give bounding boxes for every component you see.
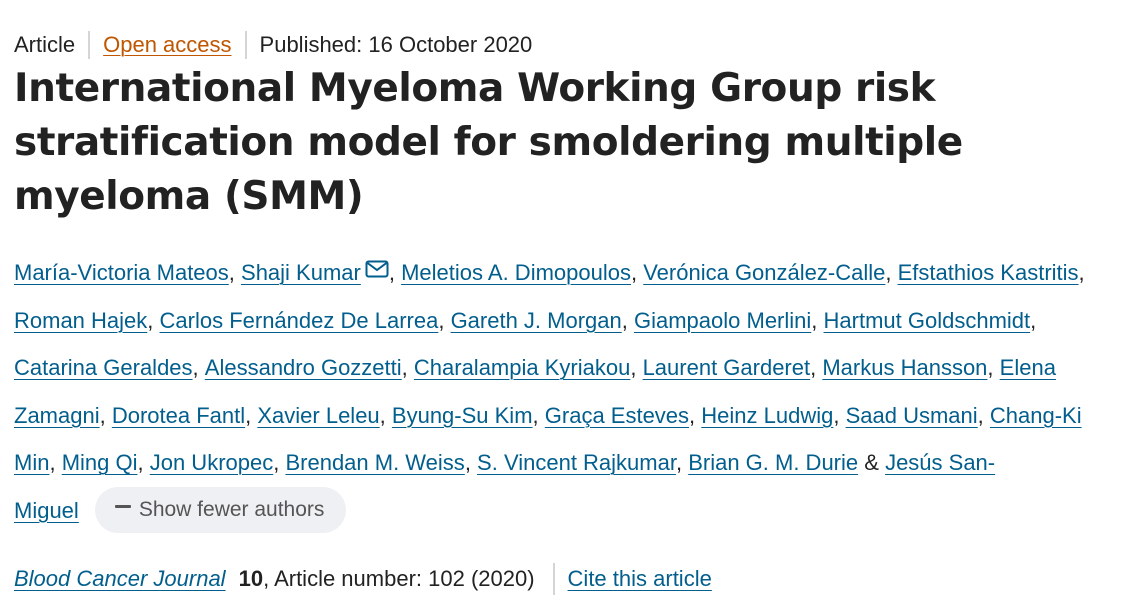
author-link[interactable]: Giampaolo Merlini bbox=[634, 308, 811, 333]
author-link[interactable]: Carlos Fernández De Larrea bbox=[160, 308, 439, 333]
author-item: Gareth J. Morgan, bbox=[450, 307, 634, 333]
author-item: Heinz Ludwig, bbox=[701, 402, 846, 428]
author-item: Giampaolo Merlini, bbox=[633, 307, 824, 333]
author-link[interactable]: Heinz Ludwig bbox=[701, 403, 833, 428]
author-list: María-Victoria Mateos, Shaji Kumar, Mele… bbox=[14, 247, 1124, 535]
meta-divider bbox=[244, 31, 247, 59]
author-item: Ming Qi, bbox=[61, 450, 150, 475]
author-item: Verónica González-Calle, bbox=[643, 260, 898, 285]
author-link[interactable]: Roman Hajek bbox=[14, 308, 147, 333]
author-link[interactable]: Charalampia Kyriakou bbox=[414, 355, 630, 380]
author-link[interactable]: Saad Usmani bbox=[846, 403, 978, 428]
published-date: Published: 16 October 2020 bbox=[259, 32, 533, 57]
author-link[interactable]: Hartmut Goldschmidt bbox=[824, 308, 1031, 333]
citation-divider bbox=[552, 563, 555, 595]
meta-divider bbox=[88, 31, 91, 59]
author-link[interactable]: Brian G. M. Durie bbox=[688, 450, 858, 475]
citation-line: Blood Cancer Journal 10 , Article number… bbox=[14, 562, 712, 596]
article-type: Article bbox=[14, 32, 76, 57]
author-link[interactable]: Gareth J. Morgan bbox=[451, 308, 622, 333]
author-item: Meletios A. Dimopoulos, bbox=[401, 260, 644, 285]
author-item: Xavier Leleu, bbox=[257, 402, 392, 428]
author-link[interactable]: María-Victoria Mateos bbox=[14, 260, 229, 285]
author-link[interactable]: S. Vincent Rajkumar bbox=[477, 450, 676, 475]
author-item: Laurent Garderet, bbox=[642, 355, 823, 380]
author-link[interactable]: Efstathios Kastritis bbox=[898, 260, 1079, 285]
minus-icon bbox=[114, 505, 131, 509]
author-item: Brendan M. Weiss, bbox=[285, 450, 478, 475]
show-fewer-label: Show fewer authors bbox=[138, 497, 325, 521]
open-access-link[interactable]: Open access bbox=[103, 32, 231, 58]
show-fewer-item: Show fewer authors bbox=[79, 486, 347, 533]
author-item: Charalampia Kyriakou, bbox=[413, 355, 643, 380]
author-item: María-Victoria Mateos, bbox=[14, 260, 242, 285]
author-item: Dorotea Fantl, bbox=[111, 402, 258, 428]
author-item: Hartmut Goldschmidt, bbox=[823, 307, 1037, 333]
show-fewer-authors-button[interactable]: Show fewer authors bbox=[94, 486, 347, 533]
author-link[interactable]: Jon Ukropec bbox=[150, 450, 274, 475]
author-item: S. Vincent Rajkumar, bbox=[477, 450, 689, 475]
author-item: Alessandro Gozzetti, bbox=[204, 355, 414, 380]
author-link[interactable]: Alessandro Gozzetti bbox=[205, 355, 402, 380]
author-link[interactable]: Ming Qi bbox=[62, 450, 138, 475]
author-link[interactable]: Verónica González-Calle bbox=[643, 260, 885, 285]
journal-volume: 10 bbox=[238, 566, 264, 591]
author-item: Graça Esteves, bbox=[544, 402, 702, 428]
author-link[interactable]: Meletios A. Dimopoulos bbox=[401, 260, 631, 285]
journal-link[interactable]: Blood Cancer Journal bbox=[14, 566, 226, 592]
author-link[interactable]: Shaji Kumar bbox=[241, 260, 361, 285]
author-item: Jon Ukropec, bbox=[149, 450, 286, 475]
author-item: Roman Hajek, bbox=[14, 307, 160, 333]
author-item: Markus Hansson, bbox=[822, 355, 1000, 380]
envelope-icon[interactable] bbox=[365, 247, 389, 295]
author-link[interactable]: Graça Esteves bbox=[545, 403, 689, 428]
author-item: Brian G. M. Durie bbox=[688, 450, 864, 475]
author-link[interactable]: Brendan M. Weiss bbox=[285, 450, 464, 475]
author-item: Catarina Geraldes, bbox=[14, 355, 205, 380]
author-item: Saad Usmani, bbox=[845, 402, 990, 428]
author-link[interactable]: Markus Hansson bbox=[822, 355, 987, 380]
author-item: Byung-Su Kim, bbox=[391, 402, 545, 428]
author-link[interactable]: Laurent Garderet bbox=[643, 355, 811, 380]
cite-this-article-link[interactable]: Cite this article bbox=[568, 566, 712, 592]
author-link[interactable]: Byung-Su Kim bbox=[392, 403, 533, 428]
article-meta: Article Open access Published: 16 Octobe… bbox=[14, 30, 532, 60]
article-number: , Article number: 102 (2020) bbox=[263, 566, 535, 591]
author-item: Efstathios Kastritis, bbox=[897, 260, 1085, 285]
author-link[interactable]: Xavier Leleu bbox=[257, 403, 379, 428]
author-link[interactable]: Dorotea Fantl bbox=[112, 403, 245, 428]
author-link[interactable]: Catarina Geraldes bbox=[14, 355, 193, 380]
author-item: Carlos Fernández De Larrea, bbox=[159, 307, 451, 333]
author-item: Shaji Kumar, bbox=[241, 260, 401, 285]
article-title: International Myeloma Working Group risk… bbox=[14, 66, 963, 219]
